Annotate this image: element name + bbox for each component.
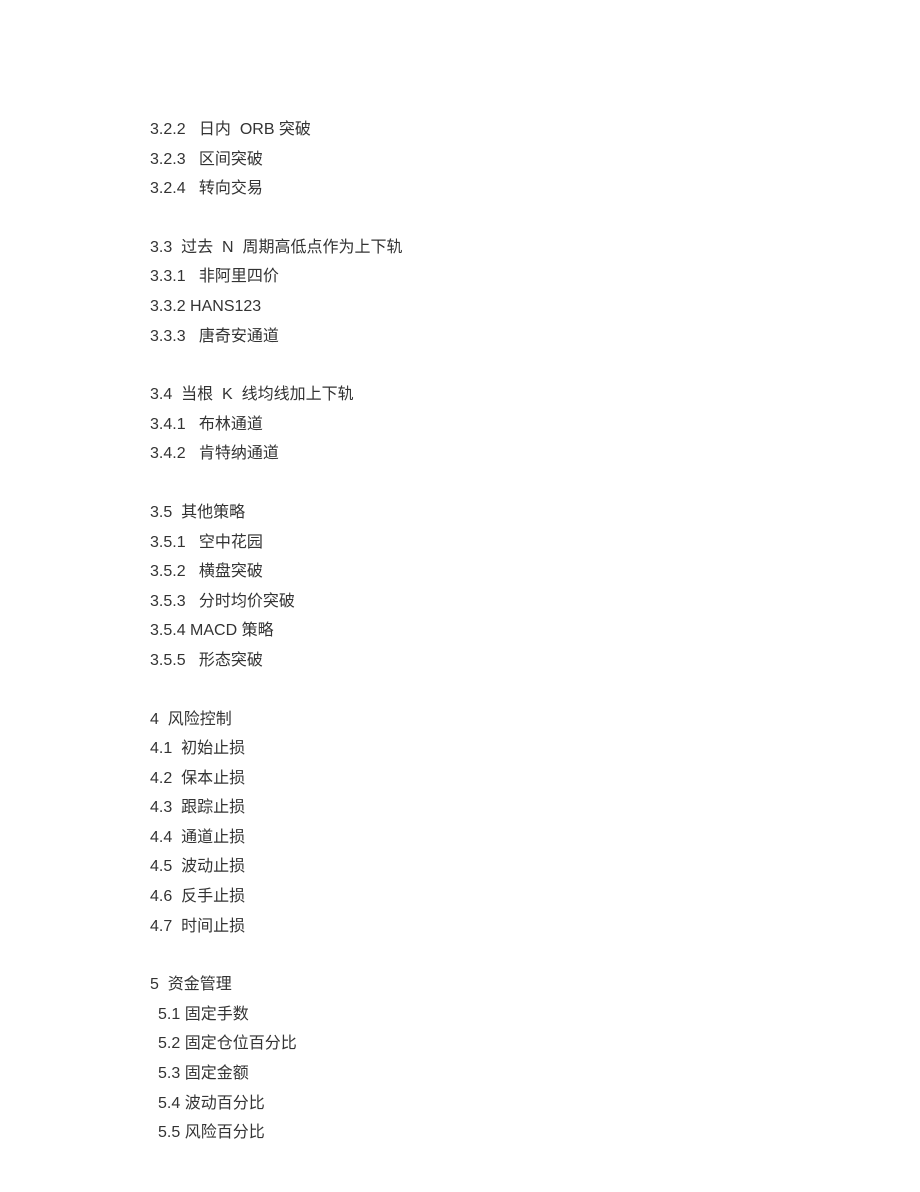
- toc-entry: 3.3.3 唐奇安通道: [150, 322, 770, 352]
- toc-entry: 3.5 其他策略: [150, 498, 770, 528]
- toc-entry: 3.3.2 HANS123: [150, 292, 770, 322]
- toc-entry: 3.2.3 区间突破: [150, 145, 770, 175]
- toc-entry: 4.5 波动止损: [150, 852, 770, 882]
- toc-entry: 3.5.3 分时均价突破: [150, 587, 770, 617]
- toc-entry: 5.3 固定金额: [150, 1059, 770, 1089]
- toc-entry: 3.2.4 转向交易: [150, 174, 770, 204]
- toc-entry: 4 风险控制: [150, 705, 770, 735]
- toc-entry: 3.5.4 MACD 策略: [150, 616, 770, 646]
- toc-entry: 3.4 当根 K 线均线加上下轨: [150, 380, 770, 410]
- toc-group-5: 5 资金管理 5.1 固定手数 5.2 固定仓位百分比 5.3 固定金额 5.4…: [150, 970, 770, 1148]
- toc-entry: 4.7 时间止损: [150, 912, 770, 942]
- toc-entry: 4.3 跟踪止损: [150, 793, 770, 823]
- toc-group-3-4: 3.4 当根 K 线均线加上下轨 3.4.1 布林通道 3.4.2 肯特纳通道: [150, 380, 770, 469]
- toc-entry: 3.5.5 形态突破: [150, 646, 770, 676]
- toc-entry: 4.1 初始止损: [150, 734, 770, 764]
- toc-entry: 5.5 风险百分比: [150, 1118, 770, 1148]
- toc-group-3-3: 3.3 过去 N 周期高低点作为上下轨 3.3.1 非阿里四价 3.3.2 HA…: [150, 233, 770, 351]
- toc-entry: 3.4.1 布林通道: [150, 410, 770, 440]
- toc-entry: 3.2.2 日内 ORB 突破: [150, 115, 770, 145]
- toc-entry: 4.2 保本止损: [150, 764, 770, 794]
- toc-entry: 3.5.2 横盘突破: [150, 557, 770, 587]
- toc-entry: 4.4 通道止损: [150, 823, 770, 853]
- toc-entry: 3.4.2 肯特纳通道: [150, 439, 770, 469]
- toc-group-3-5: 3.5 其他策略 3.5.1 空中花园 3.5.2 横盘突破 3.5.3 分时均…: [150, 498, 770, 676]
- toc-group-3-2: 3.2.2 日内 ORB 突破 3.2.3 区间突破 3.2.4 转向交易: [150, 115, 770, 204]
- toc-entry: 5.2 固定仓位百分比: [150, 1029, 770, 1059]
- document-page: 3.2.2 日内 ORB 突破 3.2.3 区间突破 3.2.4 转向交易 3.…: [0, 0, 920, 1148]
- toc-entry: 5.4 波动百分比: [150, 1089, 770, 1119]
- toc-entry: 5 资金管理: [150, 970, 770, 1000]
- toc-entry: 3.5.1 空中花园: [150, 528, 770, 558]
- toc-entry: 3.3 过去 N 周期高低点作为上下轨: [150, 233, 770, 263]
- toc-entry: 3.3.1 非阿里四价: [150, 262, 770, 292]
- toc-entry: 5.1 固定手数: [150, 1000, 770, 1030]
- toc-entry: 4.6 反手止损: [150, 882, 770, 912]
- toc-group-4: 4 风险控制 4.1 初始止损 4.2 保本止损 4.3 跟踪止损 4.4 通道…: [150, 705, 770, 942]
